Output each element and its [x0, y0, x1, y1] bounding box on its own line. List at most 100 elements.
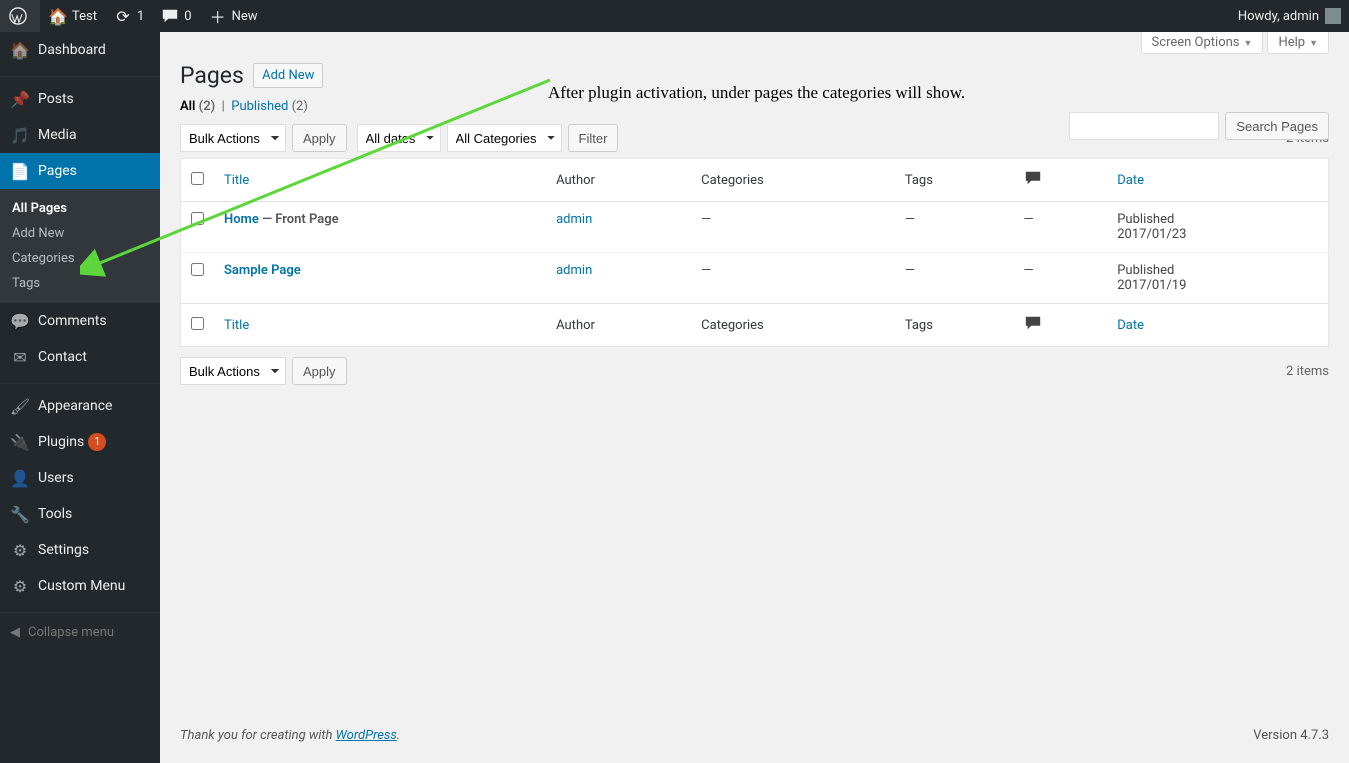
row-comments: — [1014, 202, 1108, 253]
apply-button[interactable]: Apply [292, 124, 347, 152]
submenu-add-new[interactable]: Add New [0, 221, 160, 246]
bulk-actions-select-bottom[interactable]: Bulk Actions [180, 357, 286, 385]
row-tags: — [895, 202, 1014, 253]
menu-dashboard[interactable]: 🏠Dashboard [0, 32, 160, 68]
menu-appearance[interactable]: 🖌Appearance [0, 388, 160, 424]
filter-published[interactable]: Published (2) [231, 99, 308, 114]
menu-separator [0, 72, 160, 77]
row-author-link[interactable]: admin [556, 212, 592, 227]
bulk-actions-select[interactable]: Bulk Actions [180, 124, 286, 152]
home-icon: 🏠 [48, 6, 68, 26]
admin-menu: 🏠Dashboard 📌Posts 🎵Media 📄Pages All Page… [0, 32, 160, 763]
menu-posts[interactable]: 📌Posts [0, 81, 160, 117]
table-row: Sample Pageadmin———Published2017/01/19 [181, 253, 1329, 304]
items-count-bottom: 2 items [1286, 364, 1329, 379]
comment-icon [160, 6, 180, 26]
pages-table: Title Author Categories Tags Date Home —… [180, 158, 1329, 347]
comments-bubble[interactable]: 0 [152, 0, 199, 32]
col-author-foot: Author [546, 304, 691, 347]
media-icon: 🎵 [10, 125, 30, 145]
col-date[interactable]: Date [1117, 173, 1144, 188]
search-input[interactable] [1069, 112, 1219, 140]
filter-button[interactable]: Filter [568, 124, 619, 152]
gear-icon: ⚙ [10, 576, 30, 596]
new-content[interactable]: ＋New [200, 0, 266, 32]
plug-icon: 🔌 [10, 432, 30, 452]
date-filter-select[interactable]: All dates [357, 124, 441, 152]
submenu-tags[interactable]: Tags [0, 271, 160, 296]
menu-contact[interactable]: ✉Contact [0, 339, 160, 375]
menu-media[interactable]: 🎵Media [0, 117, 160, 153]
sliders-icon: ⚙ [10, 540, 30, 560]
col-title-foot[interactable]: Title [224, 318, 249, 333]
admin-bar: 🏠Test ⟳1 0 ＋New Howdy, admin [0, 0, 1349, 32]
wordpress-icon [8, 6, 28, 26]
footer: Thank you for creating with WordPress. V… [160, 718, 1349, 763]
col-date-foot[interactable]: Date [1117, 318, 1144, 333]
my-account[interactable]: Howdy, admin [1230, 0, 1349, 32]
page-icon: 📄 [10, 161, 30, 181]
row-tags: — [895, 253, 1014, 304]
select-all-checkbox-foot[interactable] [191, 317, 204, 330]
submenu-categories[interactable]: Categories [0, 246, 160, 271]
table-row: Home — Front Pageadmin———Published2017/0… [181, 202, 1329, 253]
wrench-icon: 🔧 [10, 504, 30, 524]
search-pages-button[interactable]: Search Pages [1225, 112, 1329, 140]
post-state: — Front Page [262, 212, 339, 227]
row-author-link[interactable]: admin [556, 263, 592, 278]
envelope-icon: ✉ [10, 347, 30, 367]
row-title-link[interactable]: Home [224, 212, 259, 227]
wordpress-logo[interactable] [0, 0, 40, 32]
row-checkbox[interactable] [191, 212, 204, 225]
screen-options-button[interactable]: Screen Options▼ [1141, 32, 1264, 54]
plus-icon: ＋ [208, 6, 228, 26]
select-all-checkbox[interactable] [191, 172, 204, 185]
pin-icon: 📌 [10, 89, 30, 109]
comment-icon: 💬 [10, 311, 30, 331]
tablenav-bottom: Bulk Actions Apply 2 items [180, 357, 1329, 385]
avatar [1325, 8, 1341, 24]
menu-plugins[interactable]: 🔌Plugins1 [0, 424, 160, 460]
brush-icon: 🖌 [10, 396, 30, 416]
main-body: Screen Options▼ Help▼ Pages Add New All … [160, 32, 1349, 763]
add-new-button[interactable]: Add New [253, 63, 323, 88]
wordpress-link[interactable]: WordPress [336, 728, 397, 743]
menu-pages[interactable]: 📄Pages [0, 153, 160, 189]
menu-custom-menu[interactable]: ⚙Custom Menu [0, 568, 160, 604]
col-comments-foot [1014, 304, 1108, 347]
plugins-badge: 1 [88, 433, 106, 451]
category-filter-select[interactable]: All Categories [447, 124, 562, 152]
version: Version 4.7.3 [1253, 728, 1329, 743]
site-name[interactable]: 🏠Test [40, 0, 105, 32]
annotation-text: After plugin activation, under pages the… [548, 83, 965, 103]
row-title-link[interactable]: Sample Page [224, 263, 301, 278]
updates[interactable]: ⟳1 [105, 0, 152, 32]
update-icon: ⟳ [113, 6, 133, 26]
col-categories-foot: Categories [691, 304, 895, 347]
menu-separator [0, 608, 160, 613]
comment-icon [1024, 314, 1042, 336]
col-title[interactable]: Title [224, 173, 249, 188]
menu-settings[interactable]: ⚙Settings [0, 532, 160, 568]
menu-tools[interactable]: 🔧Tools [0, 496, 160, 532]
help-button[interactable]: Help▼ [1267, 32, 1329, 54]
row-checkbox[interactable] [191, 263, 204, 276]
submenu-pages: All Pages Add New Categories Tags [0, 189, 160, 303]
page-title: Pages [180, 42, 244, 95]
col-tags: Tags [895, 159, 1014, 202]
col-author: Author [546, 159, 691, 202]
user-icon: 👤 [10, 468, 30, 488]
apply-button-bottom[interactable]: Apply [292, 357, 347, 385]
screen-meta: Screen Options▼ Help▼ [1141, 32, 1329, 54]
col-tags-foot: Tags [895, 304, 1014, 347]
menu-comments[interactable]: 💬Comments [0, 303, 160, 339]
comment-icon [1024, 169, 1042, 191]
search-box: Search Pages [1069, 112, 1329, 140]
menu-users[interactable]: 👤Users [0, 460, 160, 496]
submenu-all-pages[interactable]: All Pages [0, 196, 160, 221]
collapse-menu[interactable]: ◀Collapse menu [0, 617, 160, 648]
menu-separator [0, 379, 160, 384]
chevron-down-icon: ▼ [1244, 39, 1253, 49]
filter-all[interactable]: All (2) [180, 99, 215, 114]
row-comments: — [1014, 253, 1108, 304]
